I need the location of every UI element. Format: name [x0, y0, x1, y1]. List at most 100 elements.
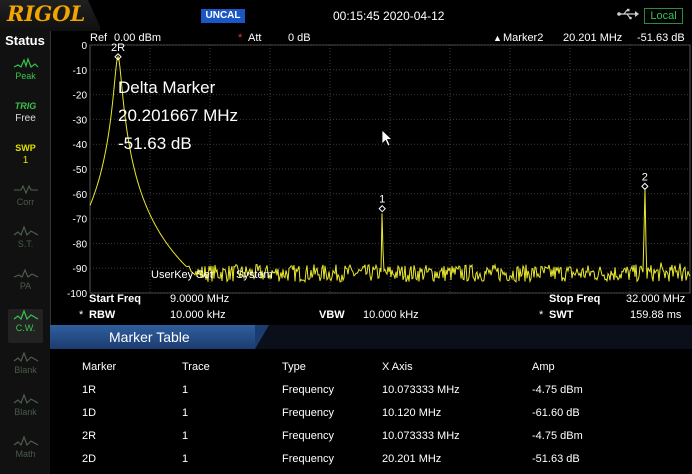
swp-button[interactable]: SWP 1 — [8, 141, 43, 175]
marker-diamond — [378, 204, 386, 213]
marker-table-tab-slant — [255, 325, 269, 349]
col-header-amp: Amp — [532, 361, 555, 373]
cell-marker: 1R — [82, 384, 97, 396]
wave-icon — [8, 435, 43, 449]
start-freq-value[interactable]: 9.0000 MHz — [170, 293, 229, 305]
ytick-label: -70 — [73, 215, 88, 226]
cell-amp: -4.75 dBm — [532, 430, 583, 442]
marker-table-tab[interactable]: Marker Table — [50, 325, 255, 349]
col-header-trace: Trace — [182, 361, 210, 373]
delta-title: Delta Marker — [118, 78, 216, 97]
math-button[interactable]: Math — [8, 435, 43, 469]
pa-button[interactable]: PA — [8, 267, 43, 301]
rigol-logo: RIGOL — [7, 1, 86, 26]
cell-marker: 1D — [82, 407, 97, 419]
wave-icon — [8, 393, 43, 407]
cell-xaxis: 10.120 MHz — [382, 407, 442, 419]
ytick-label: -50 — [73, 165, 88, 176]
pa-icon — [8, 267, 43, 281]
marker-label: 2 — [642, 171, 648, 183]
trig-label: Free — [15, 113, 36, 124]
userkey-set-text: UserKey Set — [151, 269, 213, 281]
blank1-button[interactable]: Blank — [8, 351, 43, 385]
logo-slant — [88, 0, 102, 31]
trig-button[interactable]: TRIG Free — [8, 99, 43, 133]
col-header-xaxis: X Axis — [382, 361, 413, 373]
mouse-cursor-icon — [381, 129, 394, 152]
cell-amp: -51.63 dB — [532, 453, 580, 465]
cell-trace: 1 — [182, 453, 189, 465]
col-header-marker: Marker — [82, 361, 117, 373]
stop-freq-label: Stop Freq — [549, 293, 601, 305]
corr-label: Corr — [16, 197, 35, 207]
swt-star: * — [539, 309, 544, 321]
blank2-button[interactable]: Blank — [8, 393, 43, 427]
local-button[interactable]: Local — [644, 8, 683, 24]
marker-label: Marker2 — [503, 32, 544, 44]
wave-icon — [8, 309, 43, 323]
ytick-label: -30 — [73, 115, 88, 126]
cell-xaxis: 10.073333 MHz — [382, 384, 460, 396]
cw-button[interactable]: C.W. — [8, 309, 43, 343]
ytick-label: -10 — [73, 66, 88, 77]
cell-xaxis: 10.073333 MHz — [382, 430, 460, 442]
ref-label: Ref — [90, 32, 108, 44]
math-label: Math — [15, 449, 36, 459]
delta-triangle-icon: ▲ — [493, 33, 502, 43]
marker-table-header: Marker Table — [50, 325, 692, 349]
swt-label: SWT — [549, 309, 574, 321]
cell-type: Frequency — [282, 453, 334, 465]
logo-area: RIGOL — [0, 0, 100, 31]
wave-icon — [8, 225, 43, 239]
delta-marker-readout: Delta Marker 20.201667 MHz -51.63 dB — [118, 74, 238, 158]
swp-label: 1 — [22, 155, 29, 166]
ytick-label: -100 — [67, 289, 87, 300]
swt-value[interactable]: 159.88 ms — [630, 309, 681, 321]
peak-button[interactable]: Peak — [8, 57, 43, 91]
ytick-label: -60 — [73, 190, 88, 201]
corr-button[interactable]: Corr — [8, 183, 43, 217]
ref-value: 0.00 dBm — [114, 32, 162, 44]
cell-type: Frequency — [282, 430, 334, 442]
vbw-label: VBW — [319, 309, 345, 321]
cell-amp: -61.60 dB — [532, 407, 580, 419]
marker-table-title: Marker Table — [109, 329, 190, 345]
spectrum-plot: 0 -10 -20 -30 -40 -50 -60 -70 -80 -90 -100 2R 1 2 Re… — [50, 31, 692, 324]
cw-label: C.W. — [15, 323, 36, 333]
start-freq-label: Start Freq — [89, 293, 141, 305]
att-star: * — [238, 32, 243, 44]
marker-freq: 20.201 MHz — [563, 32, 623, 44]
status-title: Status — [5, 33, 45, 48]
marker-label: 1 — [379, 194, 385, 206]
ytick-label: -40 — [73, 140, 88, 151]
marker-amp: -51.63 dB — [637, 32, 685, 44]
blank1-label: Blank — [14, 365, 37, 375]
st-label: S.T. — [17, 239, 34, 249]
wave-icon — [8, 351, 43, 365]
top-bar: RIGOL UNCAL 00:15:45 2020-04-12 Local — [0, 0, 692, 31]
delta-freq: 20.201667 MHz — [118, 106, 239, 125]
peak-label: Peak — [15, 71, 36, 81]
stop-freq-value[interactable]: 32.000 MHz — [626, 293, 685, 305]
cell-amp: -4.75 dBm — [532, 384, 583, 396]
ytick-label: -90 — [73, 264, 88, 275]
cell-marker: 2D — [82, 453, 97, 465]
marker-table: Marker Trace Type X Axis Amp 1R 1 Freque… — [50, 349, 692, 474]
cell-trace: 1 — [182, 407, 189, 419]
rbw-value[interactable]: 10.000 kHz — [170, 309, 226, 321]
blank2-label: Blank — [14, 407, 37, 417]
uncal-badge: UNCAL — [201, 9, 245, 23]
delta-amp: -51.63 dB — [118, 134, 192, 153]
system-text: System — [236, 269, 273, 281]
cell-marker: 2R — [82, 430, 97, 442]
vbw-value[interactable]: 10.000 kHz — [363, 309, 419, 321]
trig-top-label: TRIG — [14, 101, 37, 111]
waveform-icon — [8, 57, 43, 71]
rbw-label: RBW — [89, 309, 116, 321]
att-label: Att — [248, 32, 262, 44]
swp-top-label: SWP — [15, 143, 36, 153]
att-value: 0 dB — [288, 32, 311, 44]
st-button[interactable]: S.T. — [8, 225, 43, 259]
cell-trace: 1 — [182, 384, 189, 396]
corr-icon — [8, 183, 43, 197]
